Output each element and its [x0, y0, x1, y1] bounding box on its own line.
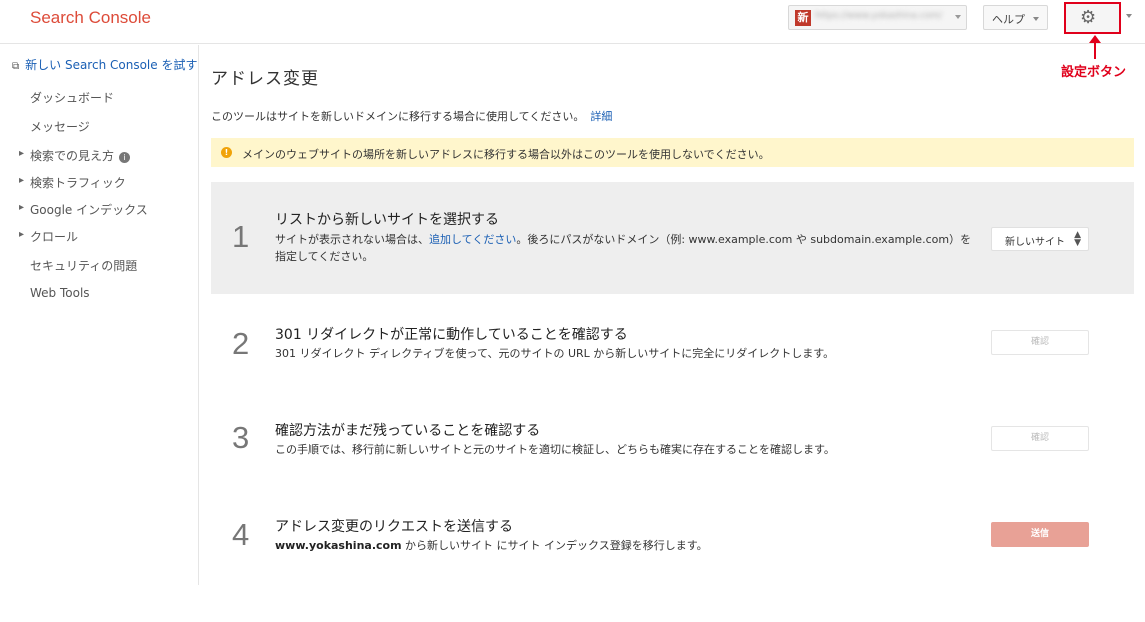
chevron-down-icon[interactable] — [1126, 14, 1132, 18]
add-site-link[interactable]: 追加してください — [429, 233, 516, 246]
new-site-select-label: 新しいサイト — [1005, 237, 1065, 248]
step-4: 4 アドレス変更のリクエストを送信する www.yokashina.com から… — [211, 497, 1134, 582]
chevron-down-icon — [1033, 17, 1039, 21]
help-button[interactable]: ヘルプ — [983, 5, 1048, 30]
step-number: 4 — [232, 517, 250, 552]
intro-label: このツールはサイトを新しいドメインに移行する場合に使用してください。 — [211, 110, 585, 123]
site-selector[interactable]: 新 https://www.yokashina.com/ — [788, 5, 967, 30]
step-description: この手順では、移行前に新しいサイトと元のサイトを適切に検証し、どちらも確実に存在… — [275, 443, 835, 456]
sidebar-item-security-issues[interactable]: セキュリティの問題 — [30, 257, 137, 274]
intro-text: このツールはサイトを新しいドメインに移行する場合に使用してください。 詳細 — [211, 108, 612, 124]
step-1: 1 リストから新しいサイトを選択する サイトが表示されない場合は、追加してくださ… — [211, 182, 1134, 294]
try-new-console-link[interactable]: ⧉ 新しい Search Console を試す — [12, 56, 197, 73]
warning-text: メインのウェブサイトの場所を新しいアドレスに移行する場合以外はこのツールを使用し… — [242, 148, 770, 161]
sidebar-item-google-index[interactable]: Google インデックス — [19, 201, 148, 218]
step-title: リストから新しいサイトを選択する — [275, 212, 499, 228]
sidebar-item-dashboard[interactable]: ダッシュボード — [30, 89, 114, 106]
step-title: 確認方法がまだ残っていることを確認する — [275, 423, 541, 439]
annotation-arrow-line — [1094, 42, 1096, 59]
sidebar-item-web-tools[interactable]: Web Tools — [30, 286, 90, 300]
sidebar-item-search-appearance[interactable]: 検索での見え方 i — [19, 147, 131, 164]
step-2: 2 301 リダイレクトが正常に動作していることを確認する 301 リダイレクト… — [211, 306, 1134, 391]
sidebar: ⧉ 新しい Search Console を試す ダッシュボード メッセージ 検索… — [0, 45, 199, 585]
new-site-badge: 新 — [795, 10, 811, 26]
step-number: 3 — [232, 420, 250, 455]
settings-annotation: 設定ボタン — [1061, 65, 1127, 80]
warning-icon: ! — [221, 147, 232, 158]
step-title: 301 リダイレクトが正常に動作していることを確認する — [275, 327, 628, 343]
new-site-select[interactable]: 新しいサイト ▲ ▼ — [991, 227, 1089, 251]
brand-logo[interactable]: Search Console — [30, 8, 151, 28]
step-number: 2 — [232, 326, 250, 361]
step-desc-text: 指定してください。 — [275, 250, 374, 263]
sidebar-item-messages[interactable]: メッセージ — [30, 118, 90, 135]
step-number: 1 — [232, 219, 250, 254]
settings-button[interactable]: ⚙ — [1064, 2, 1121, 34]
gear-icon: ⚙ — [1080, 7, 1097, 28]
submit-button[interactable]: 送信 — [991, 522, 1089, 547]
step-description: サイトが表示されない場合は、追加してください。後ろにパスがないドメイン（例: w… — [275, 231, 995, 265]
step-desc-text: サイトが表示されない場合は、 — [275, 233, 429, 246]
top-bar: Search Console 新 https://www.yokashina.c… — [0, 0, 1145, 44]
step-title: アドレス変更のリクエストを送信する — [275, 519, 513, 535]
info-icon[interactable]: i — [119, 152, 131, 163]
step-description: 301 リダイレクト ディレクティブを使って、元のサイトの URL から新しいサ… — [275, 347, 835, 360]
site-url: https://www.yokashina.com/ — [815, 11, 943, 21]
sidebar-item-label: 検索での見え方 — [30, 149, 115, 163]
details-link[interactable]: 詳細 — [590, 110, 612, 123]
step-desc-text: から新しいサイト にサイト インデックス登録を移行します。 — [401, 539, 708, 552]
page-title: アドレス変更 — [211, 69, 319, 89]
up-down-arrows-icon: ▲ ▼ — [1074, 230, 1081, 248]
chevron-down-icon — [955, 15, 961, 19]
step-desc-text: 。後ろにパスがないドメイン（例: www.example.com や subdo… — [516, 233, 972, 246]
external-link-icon: ⧉ — [12, 61, 20, 72]
step-description: www.yokashina.com から新しいサイト にサイト インデックス登録… — [275, 537, 708, 554]
verify-redirect-button[interactable]: 確認 — [991, 330, 1089, 355]
help-label: ヘルプ — [992, 13, 1025, 26]
sidebar-item-search-traffic[interactable]: 検索トラフィック — [19, 174, 126, 191]
try-new-label: 新しい Search Console を試す — [25, 58, 198, 72]
old-domain: www.yokashina.com — [275, 539, 402, 552]
warning-banner: ! メインのウェブサイトの場所を新しいアドレスに移行する場合以外はこのツールを使… — [211, 138, 1134, 167]
step-3: 3 確認方法がまだ残っていることを確認する この手順では、移行前に新しいサイトと… — [211, 400, 1134, 485]
sidebar-item-crawl[interactable]: クロール — [19, 228, 78, 245]
verify-methods-button[interactable]: 確認 — [991, 426, 1089, 451]
